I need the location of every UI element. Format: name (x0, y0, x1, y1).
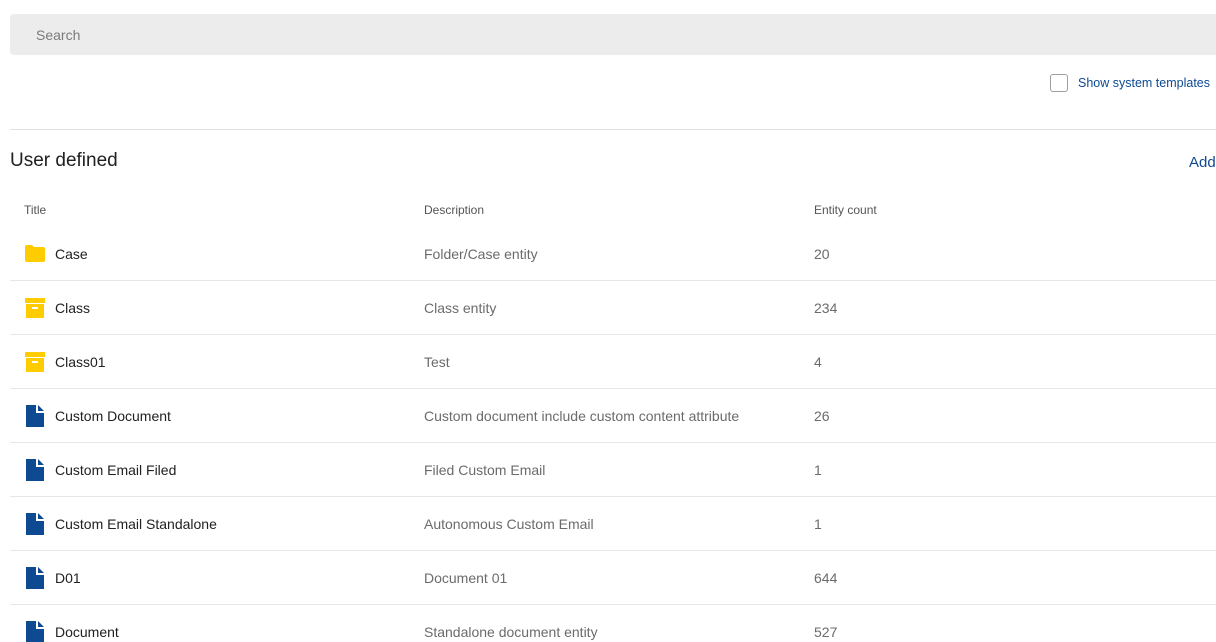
entity-count: 644 (814, 569, 838, 586)
entity-title[interactable]: Document (55, 624, 119, 640)
header-description[interactable]: Description (424, 203, 484, 217)
entity-count: 527 (814, 623, 838, 640)
search-input[interactable] (34, 25, 1216, 44)
document-icon (24, 566, 46, 589)
entity-title[interactable]: Custom Email Standalone (55, 516, 217, 532)
entity-title[interactable]: Class (55, 300, 90, 316)
entity-description: Document 01 (424, 569, 508, 586)
entity-description: Filed Custom Email (424, 461, 546, 478)
entity-count: 4 (814, 353, 822, 370)
cell-title[interactable]: Class01 (24, 351, 106, 373)
table-header: Title Description Entity count (10, 193, 1216, 227)
header-title[interactable]: Title (24, 203, 46, 217)
archive-box-icon (24, 351, 46, 373)
document-icon (24, 458, 46, 481)
table-row[interactable]: Custom Email Filed Filed Custom Email 1 (10, 443, 1216, 497)
entity-description: Class entity (424, 299, 497, 316)
table-row[interactable]: Class Class entity 234 (10, 281, 1216, 335)
entity-count: 20 (814, 245, 830, 262)
table-row[interactable]: Document Standalone document entity 527 (10, 605, 1216, 642)
cell-title[interactable]: Custom Document (24, 404, 171, 427)
entity-table: Title Description Entity count Case Folde… (10, 193, 1216, 642)
table-row[interactable]: Class01 Test 4 (10, 335, 1216, 389)
entity-title[interactable]: Custom Document (55, 408, 171, 424)
show-system-templates-checkbox[interactable] (1050, 74, 1068, 92)
search-bar[interactable] (10, 14, 1216, 55)
cell-title[interactable]: Case (24, 243, 88, 265)
entity-title[interactable]: D01 (55, 570, 81, 586)
entity-count: 26 (814, 407, 830, 424)
table-row[interactable]: Custom Document Custom document include c… (10, 389, 1216, 443)
cell-title[interactable]: Class (24, 297, 90, 319)
cell-title[interactable]: Custom Email Standalone (24, 512, 217, 535)
table-row[interactable]: Case Folder/Case entity 20 (10, 227, 1216, 281)
entity-description: Autonomous Custom Email (424, 515, 594, 532)
entity-count: 234 (814, 299, 838, 316)
entity-description: Custom document include custom content a… (424, 407, 740, 424)
archive-box-icon (24, 297, 46, 319)
entity-description: Standalone document entity (424, 623, 598, 640)
entity-title[interactable]: Custom Email Filed (55, 462, 176, 478)
entity-title[interactable]: Class01 (55, 354, 106, 370)
cell-title[interactable]: Document (24, 620, 119, 642)
divider (10, 129, 1216, 130)
folder-icon (24, 243, 46, 265)
entity-count: 1 (814, 515, 822, 532)
section-title: User defined (10, 150, 118, 171)
cell-title[interactable]: D01 (24, 566, 81, 589)
entity-title[interactable]: Case (55, 246, 88, 262)
entity-description: Test (424, 353, 450, 370)
table-row[interactable]: Custom Email Standalone Autonomous Custom… (10, 497, 1216, 551)
cell-title[interactable]: Custom Email Filed (24, 458, 176, 481)
show-system-templates-label[interactable]: Show system templates (1078, 76, 1210, 90)
table-row[interactable]: D01 Document 01 644 (10, 551, 1216, 605)
document-icon (24, 404, 46, 427)
document-icon (24, 620, 46, 642)
entity-description: Folder/Case entity (424, 245, 538, 262)
table-body: Case Folder/Case entity 20 Class Class entit… (10, 227, 1216, 642)
show-system-templates-toggle[interactable]: Show system templates (1050, 74, 1210, 92)
entity-count: 1 (814, 461, 822, 478)
header-entity-count[interactable]: Entity count (814, 203, 877, 217)
page: Show system templates User defined Add T… (0, 0, 1216, 642)
add-button[interactable]: Add (1189, 154, 1216, 171)
document-icon (24, 512, 46, 535)
